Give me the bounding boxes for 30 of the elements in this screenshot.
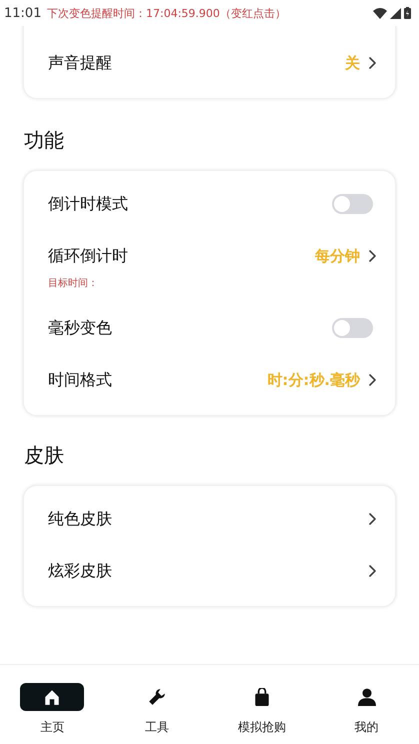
- chevron-right-icon: [368, 374, 377, 386]
- setting-note: 目标时间：: [48, 276, 99, 290]
- setting-label: 倒计时模式: [48, 193, 128, 215]
- nav-tab[interactable]: 我的: [314, 683, 419, 744]
- bag-icon: [252, 688, 271, 706]
- nav-tab[interactable]: 主页: [0, 683, 105, 744]
- toggle-switch[interactable]: [332, 194, 373, 214]
- wifi-icon: [373, 8, 387, 18]
- setting-label: 循环倒计时: [48, 245, 128, 267]
- chevron-right-icon: [368, 57, 377, 69]
- battery-icon: [404, 7, 411, 19]
- reminder-text[interactable]: 下次变色提醒时间：17:04:59.900（变红点击）: [47, 6, 286, 21]
- section-title: 功能: [23, 127, 65, 154]
- setting-label: 炫彩皮肤: [48, 560, 112, 582]
- setting-label: 毫秒变色: [48, 317, 112, 339]
- status-time: 11:01: [4, 6, 42, 20]
- nav-tab[interactable]: 模拟抢购: [210, 683, 314, 744]
- signal-icon: [390, 8, 401, 18]
- home-icon: [43, 688, 62, 706]
- person-icon: [358, 688, 376, 706]
- wrench-icon: [148, 688, 166, 706]
- nav-tab[interactable]: 工具: [104, 683, 210, 744]
- chevron-right-icon: [368, 513, 377, 525]
- setting-label: 纯色皮肤: [48, 508, 112, 530]
- toggle-switch[interactable]: [332, 318, 373, 338]
- setting-label: 时间格式: [48, 369, 112, 391]
- chevron-right-icon: [368, 250, 377, 262]
- chevron-right-icon: [368, 565, 377, 577]
- section-title: 皮肤: [23, 442, 65, 469]
- setting-label: 声音提醒: [48, 52, 112, 74]
